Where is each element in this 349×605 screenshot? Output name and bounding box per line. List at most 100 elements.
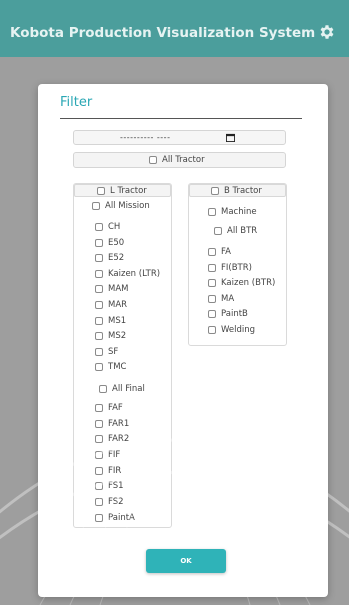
item-label: Kaizen (BTR) bbox=[221, 278, 276, 288]
all-tractor-row[interactable]: All Tractor bbox=[149, 154, 205, 166]
checkbox[interactable] bbox=[95, 514, 103, 522]
title-divider bbox=[60, 118, 302, 119]
l-tractor-checkbox[interactable] bbox=[97, 187, 105, 195]
item-label: FS2 bbox=[108, 497, 124, 507]
checkbox[interactable] bbox=[95, 363, 103, 371]
item-label: Kaizen (LTR) bbox=[108, 269, 161, 279]
list-item[interactable]: MA bbox=[208, 293, 234, 305]
list-item[interactable]: PaintA bbox=[95, 512, 135, 524]
item-label: FA bbox=[221, 247, 231, 257]
l-tractor-header-row[interactable]: L Tractor bbox=[97, 185, 147, 197]
list-item[interactable]: FIR bbox=[95, 465, 121, 477]
checkbox[interactable] bbox=[95, 223, 103, 231]
list-item[interactable]: SF bbox=[95, 346, 118, 358]
item-label: FI(BTR) bbox=[221, 263, 252, 273]
item-label: PaintB bbox=[221, 309, 248, 319]
checkbox[interactable] bbox=[208, 295, 216, 303]
list-item[interactable]: MS2 bbox=[95, 330, 126, 342]
l-tractor-label: L Tractor bbox=[110, 186, 147, 196]
list-item[interactable]: Kaizen (BTR) bbox=[208, 277, 275, 289]
l-tractor-panel bbox=[73, 183, 172, 528]
date-input[interactable]: ---------- ---- bbox=[73, 130, 286, 145]
checkbox[interactable] bbox=[95, 482, 103, 490]
item-label: FIR bbox=[108, 466, 122, 476]
item-label: E52 bbox=[108, 253, 125, 263]
checkbox[interactable] bbox=[95, 404, 103, 412]
item-label: PaintA bbox=[108, 513, 135, 523]
item-label: MS2 bbox=[108, 331, 127, 341]
checkbox[interactable] bbox=[95, 285, 103, 293]
item-label: SF bbox=[108, 347, 119, 357]
checkbox[interactable] bbox=[95, 498, 103, 506]
checkbox[interactable] bbox=[95, 270, 103, 278]
list-item[interactable]: FAR1 bbox=[95, 418, 129, 430]
list-item[interactable]: FA bbox=[208, 246, 231, 258]
list-item[interactable]: E50 bbox=[95, 237, 124, 249]
list-item[interactable]: MS1 bbox=[95, 315, 126, 327]
all-tractor-option[interactable]: All Tractor bbox=[73, 152, 286, 168]
calendar-icon[interactable] bbox=[226, 133, 235, 142]
checkbox[interactable] bbox=[208, 264, 216, 272]
all-tractor-checkbox[interactable] bbox=[149, 156, 157, 164]
all-mission-option[interactable]: All Mission bbox=[92, 200, 150, 212]
list-item[interactable]: TMC bbox=[95, 361, 126, 373]
list-item[interactable]: FI(BTR) bbox=[208, 262, 252, 274]
list-item[interactable]: E52 bbox=[95, 252, 124, 264]
list-item[interactable]: MAR bbox=[95, 299, 127, 311]
item-label: E50 bbox=[108, 238, 125, 248]
list-item[interactable]: CH bbox=[95, 221, 120, 233]
checkbox[interactable] bbox=[95, 317, 103, 325]
b-tractor-header-row[interactable]: B Tractor bbox=[211, 185, 262, 197]
item-label: MAR bbox=[108, 300, 128, 310]
all-final-option[interactable]: All Final bbox=[99, 383, 145, 395]
app-title: Kobota Production Visualization System bbox=[10, 25, 316, 41]
list-item[interactable]: FIF bbox=[95, 449, 120, 461]
list-item[interactable]: MAM bbox=[95, 283, 128, 295]
item-label: MA bbox=[221, 294, 235, 304]
ok-button[interactable]: OK bbox=[146, 549, 226, 573]
list-item[interactable]: Kaizen (LTR) bbox=[95, 268, 160, 280]
l-tractor-header[interactable]: L Tractor bbox=[74, 184, 171, 197]
checkbox[interactable] bbox=[95, 254, 103, 262]
checkbox[interactable] bbox=[208, 279, 216, 287]
checkbox[interactable] bbox=[95, 420, 103, 428]
all-btr-option[interactable]: All BTR bbox=[214, 225, 257, 237]
checkbox[interactable] bbox=[95, 301, 103, 309]
checkbox[interactable] bbox=[95, 451, 103, 459]
item-label: FAR2 bbox=[108, 434, 130, 444]
b-tractor-checkbox[interactable] bbox=[211, 187, 219, 195]
list-item[interactable]: PaintB bbox=[208, 308, 248, 320]
checkbox[interactable] bbox=[95, 332, 103, 340]
all-mission-checkbox[interactable] bbox=[92, 202, 100, 210]
machine-label: Machine bbox=[221, 207, 257, 217]
checkbox[interactable] bbox=[208, 310, 216, 318]
filter-dialog: Filter ---------- ---- All Tractor L Tra… bbox=[38, 84, 328, 597]
item-label: MS1 bbox=[108, 316, 127, 326]
list-item[interactable]: FAF bbox=[95, 402, 123, 414]
all-mission-label: All Mission bbox=[105, 201, 150, 211]
checkbox[interactable] bbox=[95, 348, 103, 356]
checkbox[interactable] bbox=[95, 435, 103, 443]
all-final-checkbox[interactable] bbox=[99, 385, 107, 393]
list-item[interactable]: FAR2 bbox=[95, 433, 129, 445]
list-item[interactable]: Welding bbox=[208, 324, 255, 336]
item-label: CH bbox=[108, 222, 121, 232]
all-btr-checkbox[interactable] bbox=[214, 227, 222, 235]
b-tractor-label: B Tractor bbox=[224, 186, 262, 196]
b-tractor-header[interactable]: B Tractor bbox=[189, 184, 286, 197]
all-tractor-label: All Tractor bbox=[162, 155, 205, 165]
list-item[interactable]: FS1 bbox=[95, 480, 124, 492]
all-btr-label: All BTR bbox=[227, 226, 258, 236]
checkbox[interactable] bbox=[95, 467, 103, 475]
item-label: FAF bbox=[108, 403, 123, 413]
gear-icon[interactable] bbox=[318, 23, 336, 41]
date-value: ---------- ---- bbox=[120, 133, 171, 142]
list-item[interactable]: FS2 bbox=[95, 496, 124, 508]
checkbox[interactable] bbox=[208, 326, 216, 334]
item-label: FAR1 bbox=[108, 419, 130, 429]
machine-option[interactable]: Machine bbox=[208, 206, 257, 218]
checkbox[interactable] bbox=[95, 239, 103, 247]
machine-checkbox[interactable] bbox=[208, 208, 216, 216]
item-label: MAM bbox=[108, 284, 129, 294]
checkbox[interactable] bbox=[208, 248, 216, 256]
